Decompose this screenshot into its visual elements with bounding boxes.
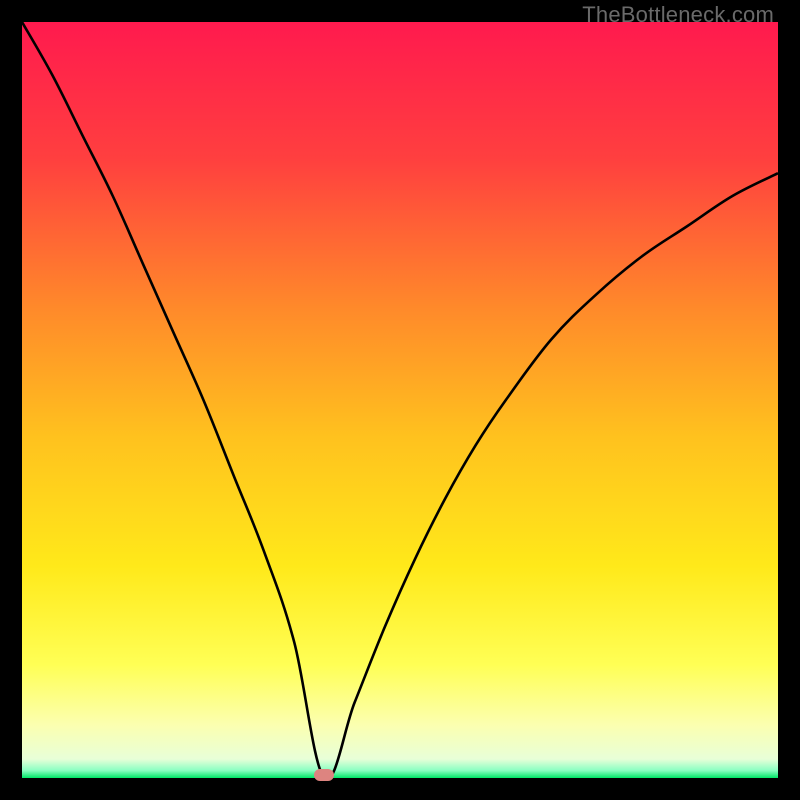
watermark-text: TheBottleneck.com (582, 2, 774, 28)
bottleneck-chart (22, 22, 778, 778)
chart-frame (22, 22, 778, 778)
gradient-background (22, 22, 778, 778)
optimal-marker (314, 769, 334, 781)
